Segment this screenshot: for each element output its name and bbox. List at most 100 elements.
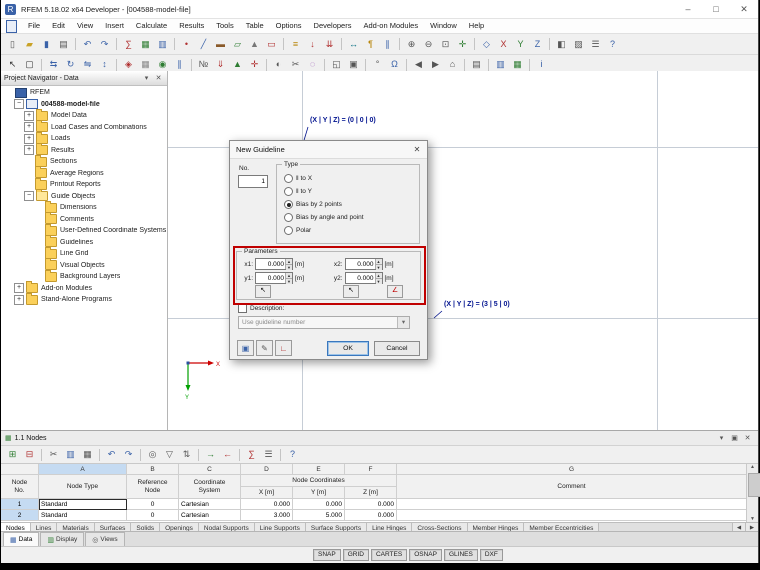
calculate-icon[interactable]: ∑: [120, 36, 137, 53]
tree-item-loads[interactable]: + Loads: [1, 131, 167, 145]
status-toggle-glines[interactable]: GLINES: [443, 549, 478, 561]
dimension-icon[interactable]: ↔: [345, 36, 362, 53]
table-import-icon[interactable]: →: [202, 446, 219, 463]
tree-item-dimensions[interactable]: Dimensions: [1, 200, 167, 214]
radio-to-y[interactable]: ‖ to Y: [277, 185, 419, 198]
menu-results[interactable]: Results: [173, 19, 210, 33]
column-letter-c[interactable]: C: [179, 464, 241, 475]
table-sort-icon[interactable]: ⇅: [178, 446, 195, 463]
zoom-in-icon[interactable]: ⊕: [403, 36, 420, 53]
menu-insert[interactable]: Insert: [99, 19, 130, 33]
table-delete-row-icon[interactable]: ⊟: [21, 446, 38, 463]
new-node-icon[interactable]: •: [178, 36, 195, 53]
navigator-close-icon[interactable]: ✕: [153, 74, 164, 82]
x2-value[interactable]: [345, 259, 375, 269]
guideline-vertical-2[interactable]: [657, 71, 658, 430]
tree-item-model-data[interactable]: + Model Data: [1, 108, 167, 122]
tree-item-average-regions[interactable]: Average Regions: [1, 166, 167, 180]
y2-value[interactable]: [345, 273, 375, 283]
status-toggle-snap[interactable]: SNAP: [313, 549, 341, 561]
maximize-icon[interactable]: □: [702, 0, 730, 18]
tables-icon[interactable]: ▥: [154, 36, 171, 53]
new-file-icon[interactable]: ▯: [4, 36, 21, 53]
menu-developers[interactable]: Developers: [308, 19, 358, 33]
tree-item-visual-objects[interactable]: Visual Objects: [1, 258, 167, 272]
nodal-load-icon[interactable]: ↓: [304, 36, 321, 53]
menu-tools[interactable]: Tools: [210, 19, 240, 33]
table-filter-icon[interactable]: ▽: [161, 446, 178, 463]
cell-1-a[interactable]: Standard: [39, 499, 127, 510]
table-insert-row-icon[interactable]: ⊞: [4, 446, 21, 463]
scroll-up-icon[interactable]: [747, 464, 758, 470]
column-letter-b[interactable]: B: [127, 464, 179, 475]
menu-file[interactable]: File: [22, 19, 46, 33]
new-line-icon[interactable]: ╱: [195, 36, 212, 53]
status-toggle-grid[interactable]: GRID: [342, 549, 369, 561]
display-properties-icon[interactable]: ◧: [553, 36, 570, 53]
pick-point-2-button[interactable]: ↖: [343, 285, 359, 298]
cell-2-b[interactable]: 0: [127, 510, 179, 521]
cell-2-a[interactable]: Standard: [39, 510, 127, 521]
y1-spinner[interactable]: [285, 273, 292, 284]
tree-item-results[interactable]: + Results: [1, 143, 167, 157]
panel-tab-data[interactable]: ▦ Data: [3, 532, 40, 546]
x2-input[interactable]: [344, 258, 383, 270]
menu-options[interactable]: Options: [270, 19, 308, 33]
redo-icon[interactable]: ↷: [96, 36, 113, 53]
status-toggle-dxf[interactable]: DXF: [479, 549, 503, 561]
cell-1-g[interactable]: [397, 499, 747, 510]
view-isometric-icon[interactable]: ◇: [478, 36, 495, 53]
view-in-y-icon[interactable]: Y: [512, 36, 529, 53]
column-letter-f[interactable]: F: [345, 464, 397, 475]
table-menu-icon[interactable]: ▾: [715, 434, 728, 442]
table-float-icon[interactable]: ▣: [728, 434, 741, 442]
tree-item-load-cases-and-combinations[interactable]: + Load Cases and Combinations: [1, 120, 167, 134]
table-export-icon[interactable]: ←: [219, 446, 236, 463]
column-letter-e[interactable]: E: [293, 464, 345, 475]
expand-icon[interactable]: +: [24, 110, 34, 121]
table-calculator-icon[interactable]: ∑: [243, 446, 260, 463]
zoom-window-icon[interactable]: ⊡: [437, 36, 454, 53]
new-opening-icon[interactable]: ▭: [263, 36, 280, 53]
tree-item-comments[interactable]: Comments: [1, 212, 167, 226]
collapse-icon[interactable]: −: [24, 191, 34, 202]
cell-1-e[interactable]: 0.000: [293, 499, 345, 510]
new-surface-icon[interactable]: ▱: [229, 36, 246, 53]
table-find-icon[interactable]: ◎: [144, 446, 161, 463]
cell-2-c[interactable]: Cartesian: [179, 510, 241, 521]
menu-help[interactable]: Help: [463, 19, 490, 33]
details-button[interactable]: ▣: [237, 340, 254, 356]
x1-value[interactable]: [256, 259, 285, 269]
zoom-out-icon[interactable]: ⊖: [420, 36, 437, 53]
radio-to-x[interactable]: ‖ to X: [277, 172, 419, 185]
view-in-x-icon[interactable]: X: [495, 36, 512, 53]
cell-1-d[interactable]: 0.000: [241, 499, 293, 510]
pick-line-button[interactable]: ∠: [387, 285, 403, 298]
view-in-z-icon[interactable]: Z: [529, 36, 546, 53]
options-icon[interactable]: ☰: [587, 36, 604, 53]
load-case-icon[interactable]: ≡: [287, 36, 304, 53]
expand-icon[interactable]: +: [24, 133, 34, 144]
minimize-icon[interactable]: –: [674, 0, 702, 18]
menu-table[interactable]: Table: [240, 19, 270, 33]
menu-calculate[interactable]: Calculate: [130, 19, 173, 33]
undo-icon[interactable]: ↶: [79, 36, 96, 53]
cancel-button[interactable]: Cancel: [374, 341, 420, 356]
x2-spinner[interactable]: [374, 259, 382, 270]
tree-item-line-grid[interactable]: Line Grid: [1, 246, 167, 260]
column-letter-a[interactable]: A: [39, 464, 127, 475]
cell-2-d[interactable]: 3.000: [241, 510, 293, 521]
menu-edit[interactable]: Edit: [46, 19, 71, 33]
radio-bias-by-2-points[interactable]: Bias by 2 points: [277, 198, 419, 211]
panel-tab-display[interactable]: ▥ Display: [40, 532, 85, 546]
table-cut-icon[interactable]: ✂: [45, 446, 62, 463]
tree-item-guidelines[interactable]: Guidelines: [1, 235, 167, 249]
column-letter-g[interactable]: G: [397, 464, 747, 475]
y2-spinner[interactable]: [374, 273, 382, 284]
tree-item-rfem[interactable]: RFEM: [1, 87, 167, 99]
ok-button[interactable]: OK: [327, 341, 369, 356]
description-checkbox[interactable]: [238, 304, 247, 313]
table-undo-icon[interactable]: ↶: [103, 446, 120, 463]
tree-item-user-defined-coordinate-systems[interactable]: User-Defined Coordinate Systems: [1, 223, 167, 237]
table-help-icon[interactable]: ?: [284, 446, 301, 463]
